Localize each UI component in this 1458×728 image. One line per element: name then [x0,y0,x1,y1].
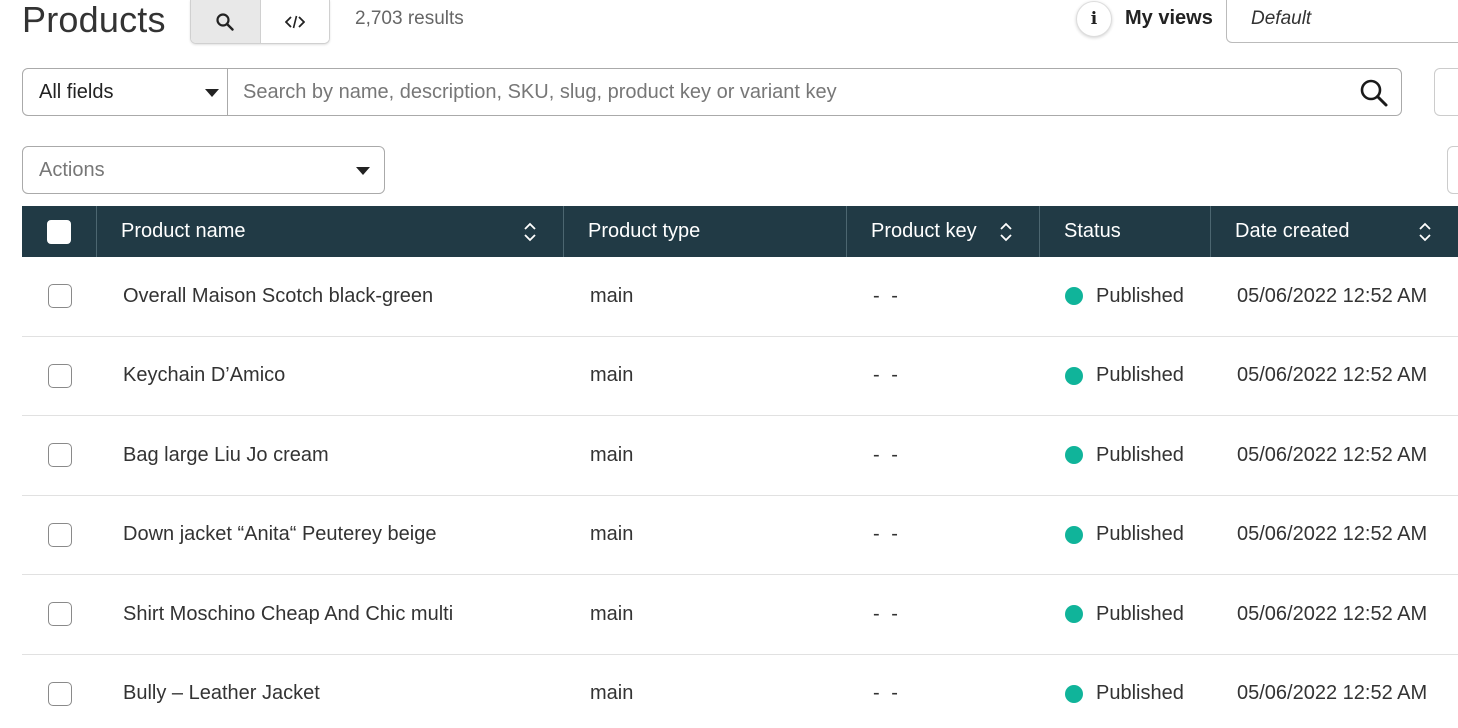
product-key: - - [873,523,901,546]
column-label: Status [1064,220,1121,242]
search-icon[interactable] [1359,78,1389,108]
date-created: 05/06/2022 12:52 AM [1237,443,1428,466]
status-cell: Published [1040,655,1211,728]
product-name: Shirt Moschino Cheap And Chic multi [123,602,454,625]
product-key: - - [873,682,901,705]
status-cell: Published [1040,337,1211,416]
filter-mode-button[interactable] [260,0,329,43]
caret-down-icon [205,89,219,97]
product-type: main [590,523,634,546]
table-row[interactable]: Bully – Leather Jacket main - - Publishe… [22,655,1458,728]
column-header-product-name[interactable]: Product name [97,206,564,257]
status-label: Published [1096,523,1184,546]
status-dot-icon [1065,366,1083,385]
status-dot-icon [1065,605,1083,624]
search-options-button[interactable] [1434,68,1458,116]
column-header-product-key[interactable]: Product key [847,206,1040,257]
column-label: Date created [1235,220,1350,242]
product-key: - - [873,284,901,307]
results-count: 2,703 results [355,8,464,29]
product-type: main [590,284,634,307]
status-label: Published [1096,602,1184,625]
sort-icon[interactable] [999,221,1013,243]
row-check-cell [22,416,97,495]
column-header-product-type: Product type [564,206,847,257]
column-header-date-created[interactable]: Date created [1211,206,1458,257]
row-checkbox[interactable] [47,363,72,388]
search-input[interactable] [228,69,1328,115]
date-created: 05/06/2022 12:52 AM [1237,602,1428,625]
table-row[interactable]: Overall Maison Scotch black-green main -… [22,257,1458,337]
product-type: main [590,602,634,625]
product-name: Bag large Liu Jo cream [123,443,329,466]
table-row[interactable]: Shirt Moschino Cheap And Chic multi main… [22,575,1458,655]
table-settings-button[interactable] [1447,146,1458,194]
status-cell: Published [1040,496,1211,575]
my-views-label: My views [1125,7,1213,29]
status-label: Published [1096,364,1184,387]
product-type: main [590,364,634,387]
status-cell: Published [1040,257,1211,336]
column-label: Product key [871,220,977,242]
status-dot-icon [1065,525,1083,544]
product-name: Down jacket “Anita“ Peuterey beige [123,523,437,546]
search-field-value: All fields [39,80,114,103]
caret-down-icon [356,167,370,175]
product-key: - - [873,602,901,625]
page-title: Products [22,0,166,40]
row-checkbox[interactable] [47,681,72,706]
actions-placeholder: Actions [39,158,105,181]
row-checkbox[interactable] [47,602,72,627]
status-label: Published [1096,284,1184,307]
column-label: Product name [121,220,246,242]
row-checkbox[interactable] [47,522,72,547]
date-created: 05/06/2022 12:52 AM [1237,284,1428,307]
search-icon [216,12,234,31]
row-check-cell [22,257,97,336]
select-all-checkbox[interactable] [47,219,71,244]
table-row[interactable]: Keychain D’Amico main - - Published 05/0… [22,337,1458,416]
column-label: Product type [588,220,701,242]
status-cell: Published [1040,575,1211,654]
product-name: Keychain D’Amico [123,364,286,387]
search-mode-button[interactable] [191,0,261,43]
row-check-cell [22,655,97,728]
product-key: - - [873,364,901,387]
search-mode-toggle [190,0,330,44]
row-checkbox[interactable] [47,284,72,309]
status-label: Published [1096,443,1184,466]
product-type: main [590,682,634,705]
date-created: 05/06/2022 12:52 AM [1237,682,1428,705]
info-icon: i [1090,9,1098,29]
products-table: Product name Product type Product key St… [22,206,1458,728]
select-all-cell [22,206,97,257]
row-check-cell [22,575,97,654]
status-label: Published [1096,682,1184,705]
row-check-cell [22,337,97,416]
code-icon [284,15,305,28]
status-dot-icon [1065,287,1083,306]
status-dot-icon [1065,446,1083,465]
search-field-select[interactable]: All fields [22,68,228,116]
product-name: Bully – Leather Jacket [123,682,320,705]
date-created: 05/06/2022 12:52 AM [1237,523,1428,546]
row-checkbox[interactable] [47,443,72,468]
date-created: 05/06/2022 12:52 AM [1237,364,1428,387]
info-button[interactable]: i [1076,1,1112,37]
status-cell: Published [1040,416,1211,495]
product-key: - - [873,443,901,466]
sort-icon[interactable] [1418,221,1432,243]
views-select[interactable]: Default [1226,0,1458,43]
actions-select[interactable]: Actions [22,146,385,194]
row-check-cell [22,496,97,575]
sort-icon[interactable] [523,221,537,243]
table-header: Product name Product type Product key St… [22,206,1458,257]
search-box [227,68,1402,116]
table-row[interactable]: Bag large Liu Jo cream main - - Publishe… [22,416,1458,496]
table-row[interactable]: Down jacket “Anita“ Peuterey beige main … [22,496,1458,575]
column-header-status: Status [1040,206,1211,257]
product-name: Overall Maison Scotch black-green [123,284,434,307]
status-dot-icon [1065,684,1083,703]
product-type: main [590,443,634,466]
